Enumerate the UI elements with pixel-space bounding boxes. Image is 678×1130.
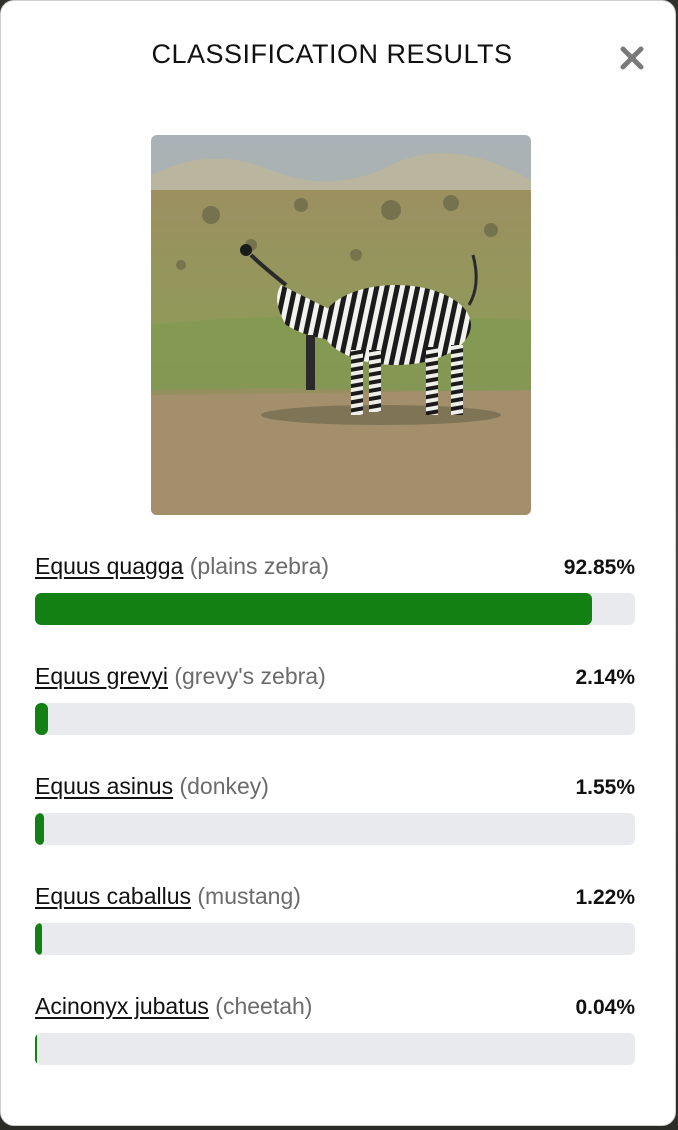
- common-name: (mustang): [197, 883, 301, 909]
- result-label: Equus quagga (plains zebra): [35, 553, 329, 580]
- confidence-bar-fill: [35, 813, 45, 845]
- result-item: Equus grevyi (grevy's zebra) 2.14%: [35, 659, 635, 769]
- result-label: Equus asinus (donkey): [35, 773, 269, 800]
- confidence-bar-fill: [35, 1033, 38, 1065]
- scientific-name-link[interactable]: Acinonyx jubatus: [35, 993, 209, 1019]
- uploaded-image: [151, 135, 531, 515]
- confidence-percent: 1.55%: [575, 776, 635, 799]
- confidence-bar: [35, 703, 635, 735]
- scientific-name-link[interactable]: Equus quagga: [35, 553, 183, 579]
- confidence-bar: [35, 593, 635, 625]
- confidence-percent: 2.14%: [575, 666, 635, 689]
- confidence-bar-fill: [35, 593, 593, 625]
- result-item: Equus asinus (donkey) 1.55%: [35, 769, 635, 879]
- results-list: Equus quagga (plains zebra) 92.85% Equus…: [35, 549, 635, 1099]
- confidence-percent: 92.85%: [563, 556, 635, 579]
- confidence-bar-fill: [35, 923, 43, 955]
- scientific-name-link[interactable]: Equus grevyi: [35, 663, 168, 689]
- common-name: (grevy's zebra): [174, 663, 326, 689]
- result-label: Acinonyx jubatus (cheetah): [35, 993, 312, 1020]
- confidence-bar-fill: [35, 703, 48, 735]
- confidence-percent: 1.22%: [575, 886, 635, 909]
- common-name: (cheetah): [215, 993, 313, 1019]
- classification-modal: CLASSIFICATION RESULTS Equus quagga (pla…: [0, 0, 676, 1126]
- confidence-bar: [35, 1033, 635, 1065]
- scientific-name-link[interactable]: Equus caballus: [35, 883, 191, 909]
- scientific-name-link[interactable]: Equus asinus: [35, 773, 173, 799]
- common-name: (donkey): [179, 773, 269, 799]
- close-button[interactable]: [615, 41, 649, 75]
- result-item: Acinonyx jubatus (cheetah) 0.04%: [35, 989, 635, 1099]
- result-label: Equus caballus (mustang): [35, 883, 301, 910]
- close-x-icon: [620, 46, 644, 70]
- zebra-photo: [151, 135, 531, 515]
- result-label: Equus grevyi (grevy's zebra): [35, 663, 326, 690]
- result-item: Equus caballus (mustang) 1.22%: [35, 879, 635, 989]
- confidence-bar: [35, 813, 635, 845]
- confidence-bar: [35, 923, 635, 955]
- modal-title: CLASSIFICATION RESULTS: [151, 39, 513, 69]
- common-name: (plains zebra): [189, 553, 330, 579]
- confidence-percent: 0.04%: [575, 996, 635, 1019]
- result-item: Equus quagga (plains zebra) 92.85%: [35, 549, 635, 659]
